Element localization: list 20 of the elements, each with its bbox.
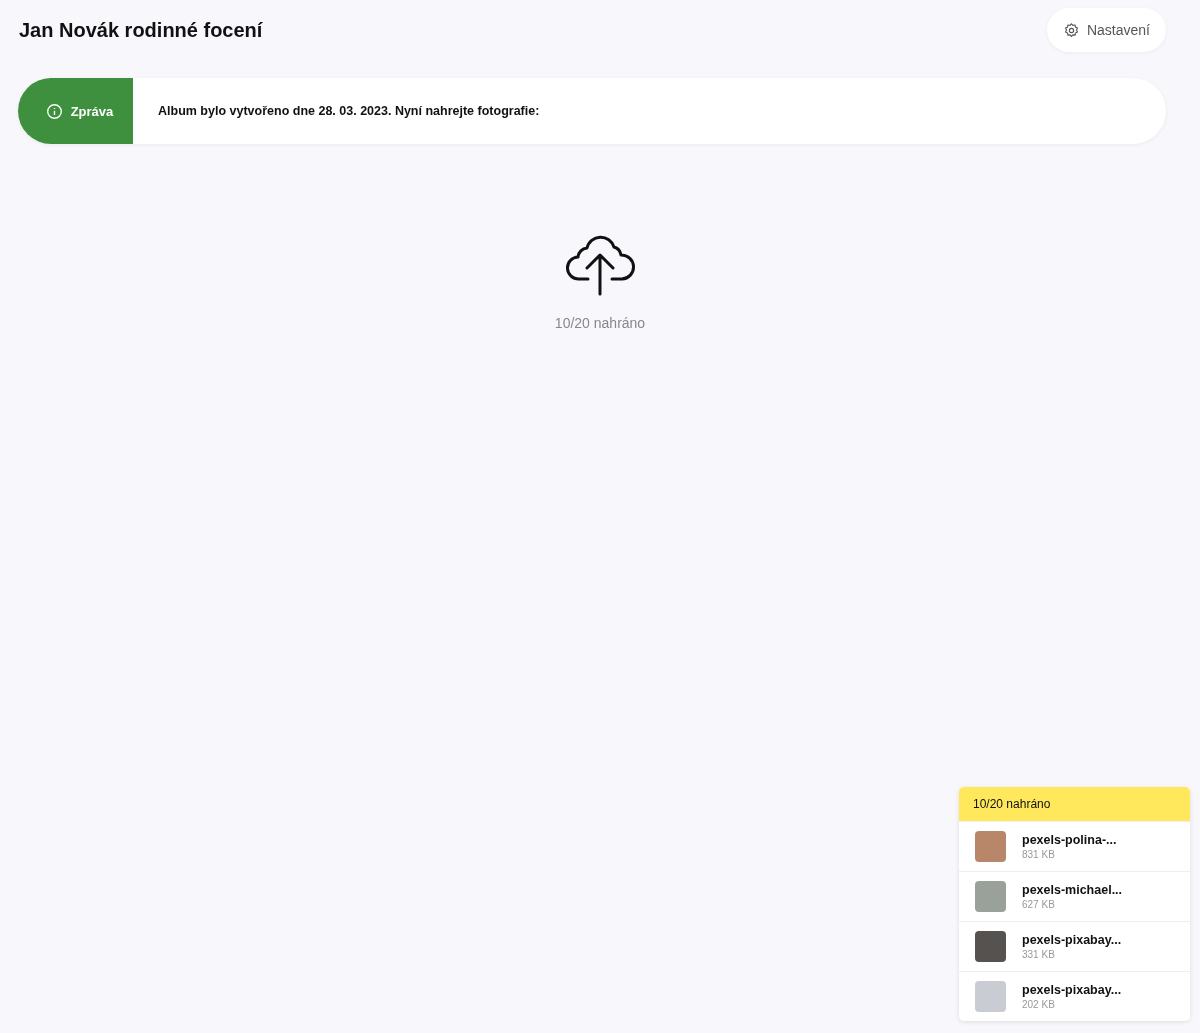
photo-placeholder (975, 831, 1006, 862)
settings-icon (1062, 21, 1080, 39)
file-name: pexels-polina-... (1022, 833, 1117, 847)
file-name: pexels-pixabay... (1022, 983, 1122, 997)
upload-panel-header: 10/20 nahráno (959, 787, 1190, 821)
file-size: 831 KB (1022, 849, 1056, 860)
upload-status: 10/20 nahráno (554, 315, 646, 331)
file-name: pexels-pixabay... (1022, 933, 1122, 947)
photo-placeholder (975, 981, 1006, 1012)
page-title: Jan Novák rodinné focení (19, 18, 263, 42)
file-size: 202 KB (1022, 999, 1056, 1010)
settings-button[interactable]: Nastavení (1046, 8, 1166, 52)
file-size: 627 KB (1022, 899, 1056, 910)
photo-placeholder (975, 881, 1006, 912)
message-text: Album bylo vytvořeno dne 28. 03. 2023. Nyní nahrejte fotografie: (157, 103, 540, 120)
file-size: 331 KB (1022, 949, 1056, 960)
message-label: Zpráva (18, 78, 133, 144)
photo-placeholder (975, 931, 1006, 962)
file-name: pexels-michael... (1022, 883, 1123, 897)
info-icon (45, 102, 63, 120)
